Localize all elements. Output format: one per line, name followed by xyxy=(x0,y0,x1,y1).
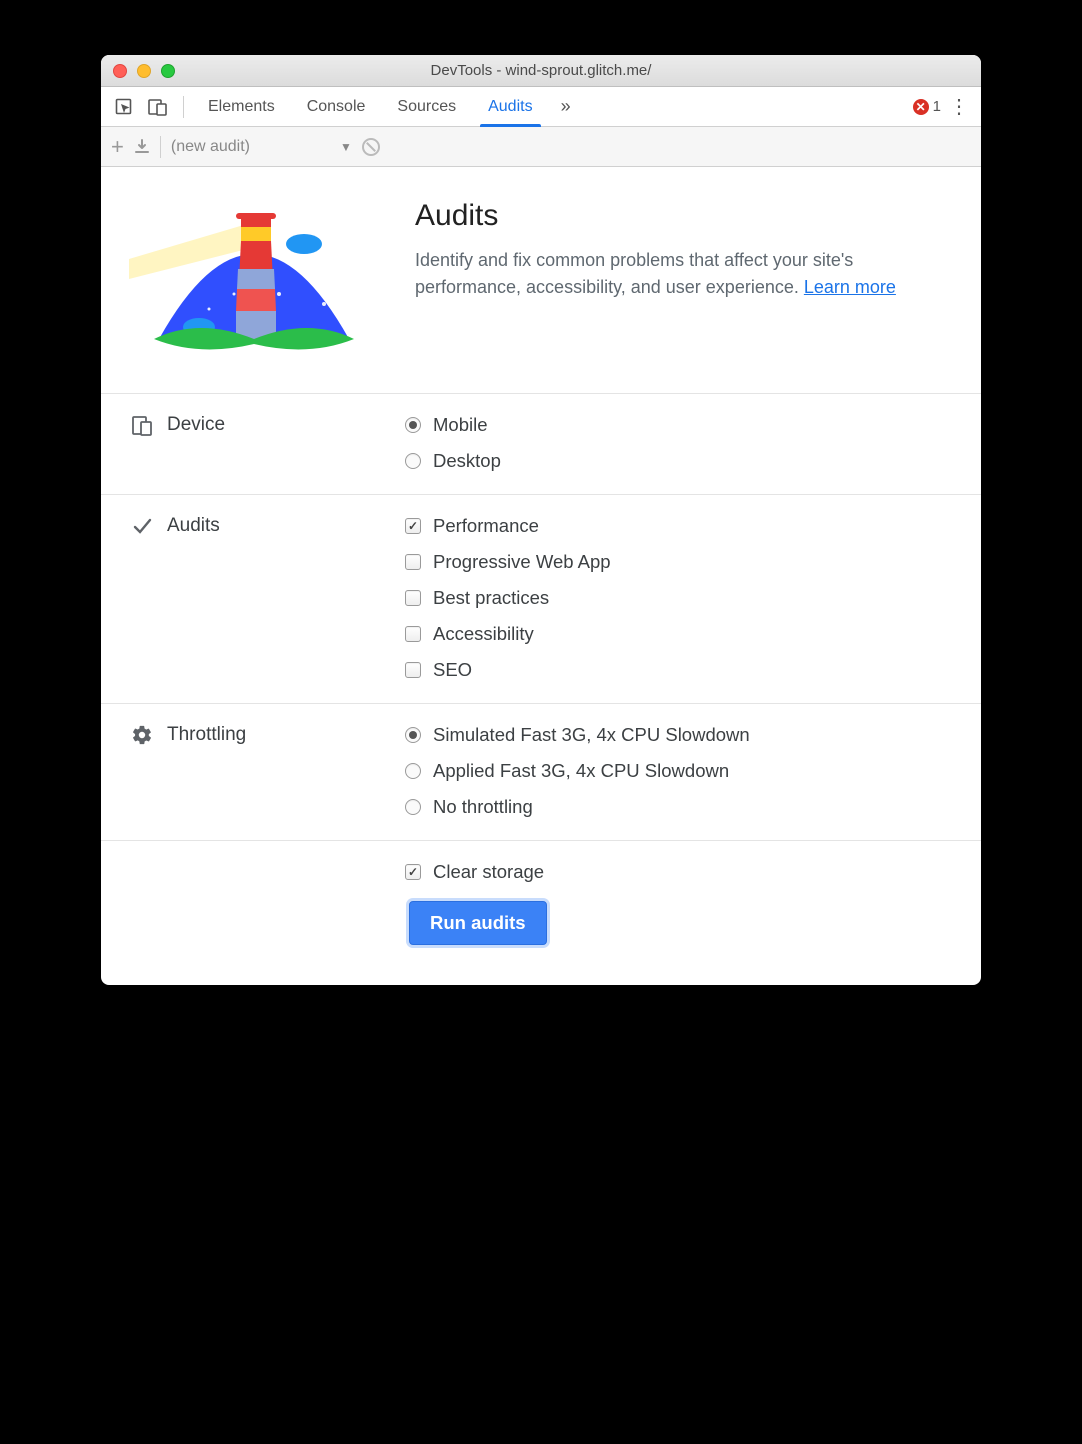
option-label: Desktop xyxy=(433,450,501,472)
zoom-traffic-icon[interactable] xyxy=(161,64,175,78)
tab-elements[interactable]: Elements xyxy=(194,87,289,126)
device-toggle-icon[interactable] xyxy=(143,92,173,122)
tab-strip: Elements Console Sources Audits » ✕ 1 ⋮ xyxy=(101,87,981,127)
option-label: Best practices xyxy=(433,587,549,609)
learn-more-link[interactable]: Learn more xyxy=(804,277,896,297)
option-label: Performance xyxy=(433,515,539,537)
section-device: Device Mobile Desktop xyxy=(101,393,981,494)
traffic-lights xyxy=(113,64,175,78)
radio-icon xyxy=(405,763,421,779)
audit-option-pwa[interactable]: Progressive Web App xyxy=(405,551,953,573)
divider xyxy=(160,136,161,158)
titlebar: DevTools - wind-sprout.glitch.me/ xyxy=(101,55,981,87)
section-audits: Audits Performance Progressive Web App B… xyxy=(101,494,981,703)
option-label: Mobile xyxy=(433,414,488,436)
tab-console[interactable]: Console xyxy=(293,87,380,126)
tab-label: Console xyxy=(307,98,366,116)
tab-label: Audits xyxy=(488,98,532,116)
checkbox-icon xyxy=(405,590,421,606)
tab-audits[interactable]: Audits xyxy=(474,87,546,126)
radio-icon xyxy=(405,417,421,433)
radio-icon xyxy=(405,453,421,469)
option-label: Simulated Fast 3G, 4x CPU Slowdown xyxy=(433,724,750,746)
close-traffic-icon[interactable] xyxy=(113,64,127,78)
clear-icon[interactable] xyxy=(362,138,380,156)
checkbox-icon xyxy=(405,518,421,534)
run-audits-button[interactable]: Run audits xyxy=(409,901,547,945)
audit-toolbar: + (new audit) ▼ xyxy=(101,127,981,167)
panel-body: Audits Identify and fix common problems … xyxy=(101,167,981,985)
device-option-desktop[interactable]: Desktop xyxy=(405,450,953,472)
clear-storage-option[interactable]: Clear storage xyxy=(405,861,953,883)
element-picker-icon[interactable] xyxy=(109,92,139,122)
checkbox-icon xyxy=(405,554,421,570)
tab-sources[interactable]: Sources xyxy=(383,87,470,126)
gear-icon xyxy=(131,724,153,746)
radio-icon xyxy=(405,727,421,743)
throttling-option-simulated[interactable]: Simulated Fast 3G, 4x CPU Slowdown xyxy=(405,724,953,746)
audit-option-best-practices[interactable]: Best practices xyxy=(405,587,953,609)
device-option-mobile[interactable]: Mobile xyxy=(405,414,953,436)
new-audit-icon[interactable]: + xyxy=(111,134,124,160)
option-label: No throttling xyxy=(433,796,533,818)
throttling-option-none[interactable]: No throttling xyxy=(405,796,953,818)
error-count-badge[interactable]: ✕ 1 xyxy=(913,98,941,115)
option-label: Applied Fast 3G, 4x CPU Slowdown xyxy=(433,760,729,782)
option-label: Accessibility xyxy=(433,623,534,645)
audit-selector-value: (new audit) xyxy=(171,138,250,156)
download-icon[interactable] xyxy=(134,139,150,155)
device-icon xyxy=(131,414,153,436)
option-label: SEO xyxy=(433,659,472,681)
checkbox-icon xyxy=(405,864,421,880)
error-icon: ✕ xyxy=(913,99,929,115)
option-label: Clear storage xyxy=(433,861,544,883)
device-label: Device xyxy=(167,414,225,436)
audit-option-accessibility[interactable]: Accessibility xyxy=(405,623,953,645)
audits-description: Identify and fix common problems that af… xyxy=(415,247,953,301)
more-tabs-icon[interactable]: » xyxy=(551,92,581,122)
check-icon xyxy=(131,515,153,537)
checkbox-icon xyxy=(405,626,421,642)
throttling-label: Throttling xyxy=(167,724,246,746)
audit-option-performance[interactable]: Performance xyxy=(405,515,953,537)
lighthouse-illustration-icon xyxy=(129,199,379,359)
divider xyxy=(183,96,184,118)
hero-text: Audits Identify and fix common problems … xyxy=(415,199,953,301)
section-throttling: Throttling Simulated Fast 3G, 4x CPU Slo… xyxy=(101,703,981,840)
tab-label: Elements xyxy=(208,98,275,116)
window-title: DevTools - wind-sprout.glitch.me/ xyxy=(101,62,981,79)
chevron-down-icon: ▼ xyxy=(340,140,352,154)
minimize-traffic-icon[interactable] xyxy=(137,64,151,78)
throttling-option-applied[interactable]: Applied Fast 3G, 4x CPU Slowdown xyxy=(405,760,953,782)
tab-label: Sources xyxy=(397,98,456,116)
audits-label: Audits xyxy=(167,515,220,537)
audit-option-seo[interactable]: SEO xyxy=(405,659,953,681)
settings-kebab-icon[interactable]: ⋮ xyxy=(945,94,973,119)
checkbox-icon xyxy=(405,662,421,678)
radio-icon xyxy=(405,799,421,815)
devtools-window: DevTools - wind-sprout.glitch.me/ Elemen… xyxy=(101,55,981,985)
option-label: Progressive Web App xyxy=(433,551,611,573)
audits-hero: Audits Identify and fix common problems … xyxy=(101,167,981,393)
audit-selector[interactable]: (new audit) ▼ xyxy=(171,138,352,156)
audits-heading: Audits xyxy=(415,199,953,233)
error-count: 1 xyxy=(933,98,941,115)
